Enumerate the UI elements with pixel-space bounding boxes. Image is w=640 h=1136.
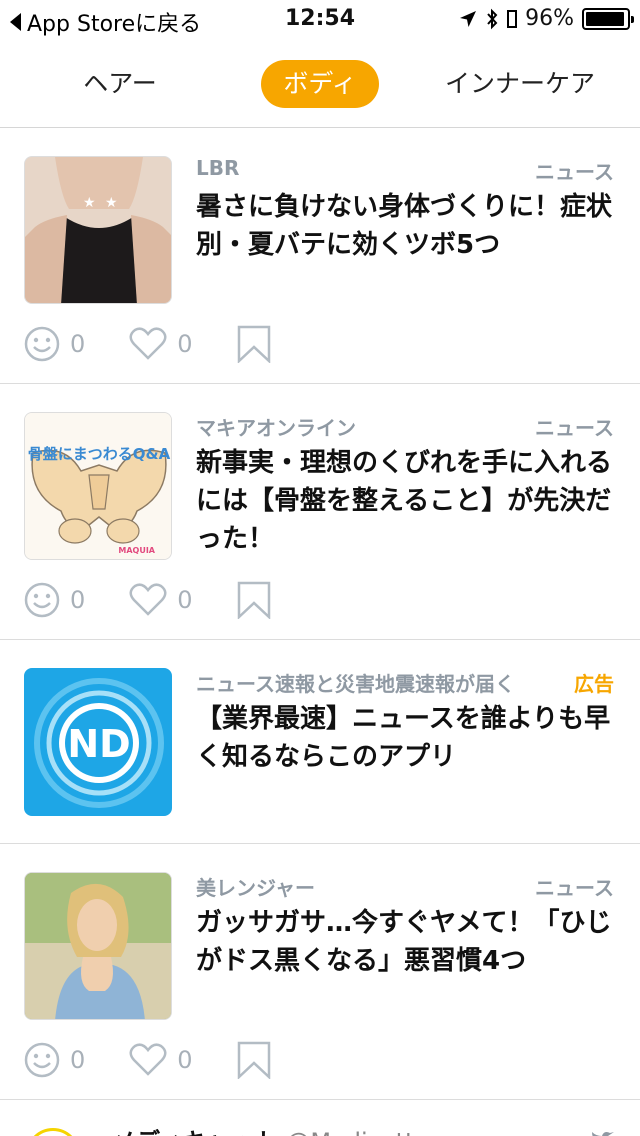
tab-body[interactable]: ボディ bbox=[261, 60, 379, 108]
status-bar: App Storeに戻る 12:54 96% bbox=[0, 0, 640, 40]
ad-label: 広告 bbox=[574, 672, 614, 696]
bookmark-button[interactable] bbox=[237, 1041, 271, 1079]
like-reaction[interactable]: 0 bbox=[129, 583, 193, 617]
bookmark-icon bbox=[237, 581, 270, 619]
like-reaction[interactable]: 0 bbox=[129, 1043, 193, 1077]
smile-reaction[interactable]: 0 bbox=[24, 582, 85, 618]
article-thumbnail[interactable] bbox=[24, 872, 172, 1020]
smile-icon bbox=[24, 1042, 60, 1078]
heart-icon bbox=[129, 327, 167, 360]
nd-logo-text: ND bbox=[67, 722, 130, 766]
svg-text:★: ★ bbox=[105, 195, 118, 211]
bookmark-button[interactable] bbox=[237, 581, 271, 619]
article-title[interactable]: 暑さに負けない身体づくりに！症状別・夏バテに効くツボ5つ bbox=[196, 188, 620, 264]
smile-reaction[interactable]: 0 bbox=[24, 326, 85, 362]
article-title[interactable]: 新事実・理想のくびれを手に入れるには【骨盤を整えること】が先決だった！ bbox=[196, 444, 620, 558]
bluetooth-icon bbox=[487, 8, 498, 29]
article-actions: 0 0 bbox=[24, 1040, 315, 1080]
feed-item[interactable]: ★ ★ LBR ニュース 暑さに負けない身体づくりに！症状別・夏バテに効くツボ5… bbox=[0, 128, 640, 384]
ad-title[interactable]: 【業界最速】ニュースを誰よりも早く知るならこのアプリ bbox=[196, 700, 620, 776]
bookmark-icon bbox=[237, 1041, 270, 1079]
article-actions: 0 0 bbox=[24, 580, 315, 620]
svg-text:★: ★ bbox=[83, 195, 96, 211]
category-label: ニュース bbox=[535, 416, 614, 440]
article-actions: 0 0 bbox=[24, 324, 315, 364]
battery-icon bbox=[582, 7, 634, 30]
heart-icon bbox=[129, 583, 167, 616]
feed-item[interactable]: 美レンジャー ニュース ガッサガサ…今すぐヤメて！「ひじがドス黒くなる」悪習慣4… bbox=[0, 844, 640, 1100]
article-thumbnail[interactable]: 骨盤にまつわるQ&A MAQUIA bbox=[24, 412, 172, 560]
smile-reaction[interactable]: 0 bbox=[24, 1042, 85, 1078]
maquia-logo: MAQUIA bbox=[118, 546, 155, 555]
category-label: ニュース bbox=[535, 160, 614, 184]
tab-inner-care[interactable]: インナーケア bbox=[430, 60, 610, 108]
battery-small-icon bbox=[507, 9, 518, 28]
like-count: 0 bbox=[177, 330, 193, 358]
tweet-author: メディキャット @Medicatto bbox=[112, 1122, 429, 1136]
body-photo-image: ★ ★ bbox=[25, 157, 171, 303]
source-name: LBR bbox=[196, 156, 240, 180]
source-name: 美レンジャー bbox=[196, 876, 315, 900]
ad-app-icon[interactable]: ND bbox=[24, 668, 172, 816]
like-count: 0 bbox=[177, 1046, 193, 1074]
tab-hair[interactable]: ヘアー bbox=[50, 60, 190, 108]
location-arrow-icon bbox=[460, 10, 477, 27]
feed-item[interactable]: 骨盤にまつわるQ&A MAQUIA マキアオンライン ニュース 新事実・理想のく… bbox=[0, 384, 640, 640]
bookmark-icon bbox=[237, 325, 270, 363]
nd-logo-icon: ND bbox=[25, 669, 171, 815]
like-reaction[interactable]: 0 bbox=[129, 327, 193, 361]
like-count: 0 bbox=[177, 586, 193, 614]
pelvis-illustration-image: 骨盤にまつわるQ&A MAQUIA bbox=[25, 413, 171, 559]
heart-icon bbox=[129, 1043, 167, 1076]
tweet-card-peek[interactable]: メディキャット @Medicatto bbox=[0, 1100, 640, 1136]
tweet-author-name: メディキャット bbox=[112, 1128, 278, 1136]
smile-count: 0 bbox=[70, 1046, 86, 1074]
ad-advertiser: ニュース速報と災害地震速報が届く bbox=[196, 672, 515, 696]
article-title[interactable]: ガッサガサ…今すぐヤメて！「ひじがドス黒くなる」悪習慣4つ bbox=[196, 904, 620, 980]
smile-count: 0 bbox=[70, 586, 86, 614]
source-name: マキアオンライン bbox=[196, 416, 356, 440]
smile-icon bbox=[24, 326, 60, 362]
woman-photo-image bbox=[25, 873, 171, 1019]
battery-percent: 96% bbox=[525, 6, 574, 31]
smile-icon bbox=[24, 582, 60, 618]
avatar[interactable] bbox=[26, 1128, 80, 1136]
category-tabs: ヘアー ボディ インナーケア bbox=[0, 40, 640, 128]
tweet-author-handle: @Medicatto bbox=[286, 1128, 429, 1136]
status-right: 96% bbox=[459, 6, 634, 31]
article-thumbnail[interactable]: ★ ★ bbox=[24, 156, 172, 304]
thumbnail-caption: 骨盤にまつわるQ&A bbox=[28, 445, 171, 463]
category-label: ニュース bbox=[535, 876, 614, 900]
bookmark-button[interactable] bbox=[237, 325, 271, 363]
twitter-bird-icon bbox=[592, 1132, 614, 1136]
smile-count: 0 bbox=[70, 330, 86, 358]
ad-item[interactable]: ND ニュース速報と災害地震速報が届く 広告 【業界最速】ニュースを誰よりも早く… bbox=[0, 640, 640, 844]
